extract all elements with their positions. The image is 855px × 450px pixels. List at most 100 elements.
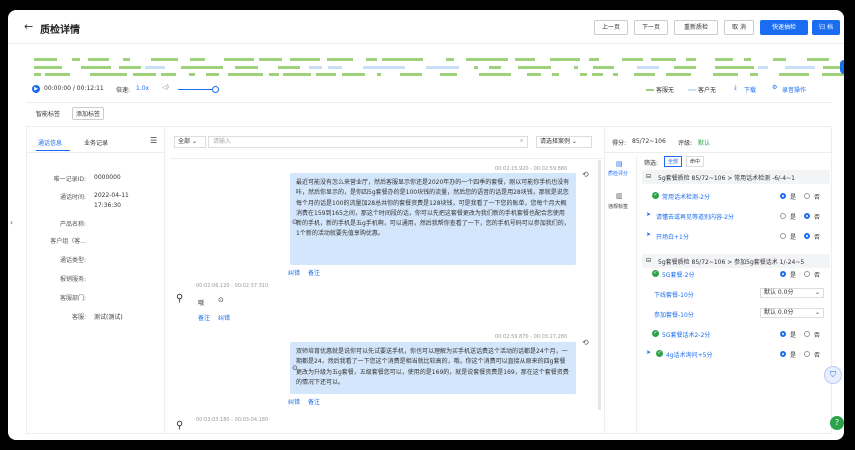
waveform-segment <box>400 73 422 76</box>
message-text: 最近可能没有怎么来营业厅，然后客服显示你还是2020年办的一个四季的套餐，刚以可… <box>296 179 570 238</box>
note-link[interactable]: 备注 <box>198 313 210 322</box>
score-item-label: 4g话术询问+5分 <box>666 352 713 359</box>
score-item-label: 5G套餐话术2-2分 <box>662 332 711 339</box>
tab-call-info[interactable]: 通话信息 <box>38 138 62 147</box>
list-icon[interactable]: ☰ <box>150 136 157 145</box>
speed-select[interactable]: 1.0x <box>136 85 149 92</box>
waveform-segment <box>224 58 254 61</box>
case-select[interactable]: 请选择案例 ⌄ <box>536 136 592 148</box>
back-arrow-icon[interactable]: ← <box>24 20 33 33</box>
reply-icon[interactable]: ⟲ <box>582 170 589 179</box>
cancel-button[interactable]: 取 消 <box>724 20 754 35</box>
message-time: 00:03:03.180 - 00:03:04.180 <box>196 417 269 423</box>
score-select[interactable]: 默认 0.0分 ⌄ <box>760 308 824 318</box>
download-link[interactable]: 下载 <box>744 85 756 94</box>
info-key: 通话类型: <box>59 257 86 264</box>
score-item-label: 常用话术检测-2分 <box>662 194 710 201</box>
waveform-segment <box>750 73 758 76</box>
radio-no[interactable] <box>804 213 810 219</box>
play-icon[interactable]: ▶ <box>32 85 40 93</box>
waveform-segment <box>589 58 599 61</box>
score-select-value: 默认 0.0分 <box>764 289 794 296</box>
waveform-segment <box>283 73 311 76</box>
waveform-segment <box>151 58 178 61</box>
play-segment-icon[interactable]: ⊙ <box>292 364 298 372</box>
waveform-segment <box>342 73 365 76</box>
add-tag-button[interactable]: 添加标签 <box>72 107 105 120</box>
radio-no[interactable] <box>804 331 810 337</box>
filter-hit[interactable]: 命中 <box>686 156 705 167</box>
tab-violation-tags[interactable]: 违规标签 <box>608 203 628 210</box>
quick-sample-button[interactable]: 快速抽检 <box>760 20 808 35</box>
waveform-segment <box>613 73 618 76</box>
play-segment-icon[interactable]: ⊙ <box>218 296 224 304</box>
audio-waveform[interactable] <box>30 56 844 78</box>
waveform-segment <box>259 58 282 61</box>
side-collapse-handle[interactable] <box>840 60 844 74</box>
note-link[interactable]: 备注 <box>308 268 320 277</box>
prev-page-button[interactable]: 上一页 <box>594 20 628 35</box>
customer-legend: 客户无 <box>698 87 717 94</box>
group-collapse-icon[interactable]: ⊟ <box>646 173 651 180</box>
waveform-segment <box>235 66 258 69</box>
check-circle-icon: ✓ <box>656 350 663 357</box>
correct-link[interactable]: 纠错 <box>288 268 300 277</box>
score-item-label: 开场白+1分 <box>656 234 689 241</box>
violation-tab-icon[interactable]: ▥ <box>616 192 623 200</box>
waveform-segment <box>190 58 205 61</box>
filter-all[interactable]: 全部 <box>664 156 683 167</box>
correct-link[interactable]: 纠错 <box>218 313 230 322</box>
archive-button[interactable]: 归 档 <box>812 20 840 35</box>
radio-no[interactable] <box>804 271 810 277</box>
play-segment-icon[interactable]: ⊙ <box>292 218 298 226</box>
check-circle-icon: ✓ <box>652 330 659 337</box>
app-window: ← 质检详情 上一页 下一页 重新质检 取 消 快速抽检 归 档 ▶ 00:00… <box>8 10 844 440</box>
chevron-left-icon[interactable]: ‹ <box>10 218 13 227</box>
search-icon[interactable]: ⌕ <box>520 137 523 145</box>
group-collapse-icon[interactable]: ⊟ <box>646 257 651 264</box>
score-tab-icon[interactable]: ▤ <box>616 160 623 168</box>
info-key: 通话时间: <box>59 194 86 201</box>
help-icon[interactable]: ? <box>830 416 844 430</box>
send-icon[interactable]: ➤ <box>646 211 651 218</box>
download-icon[interactable]: ⤓ <box>734 84 737 92</box>
search-input[interactable]: 请输入 <box>208 136 528 148</box>
score-select-value: 默认 0.0分 <box>764 309 794 316</box>
scope-select[interactable]: 全部 ⌄ <box>174 136 206 148</box>
filter-label: 筛选: <box>644 160 659 167</box>
waveform-segment <box>90 73 127 76</box>
radio-no[interactable] <box>804 193 810 199</box>
radio-no[interactable] <box>804 351 810 357</box>
radio-no[interactable] <box>804 233 810 239</box>
tab-quality-score[interactable]: 质检评分 <box>608 170 628 177</box>
message-time: 00:02:15.920 - 00:02:59.880 <box>495 166 568 172</box>
volume-slider-handle[interactable] <box>212 86 219 93</box>
info-key: 客户组（客... <box>50 238 86 245</box>
info-key: 产品名称: <box>59 221 86 228</box>
reply-icon[interactable]: ⟲ <box>582 338 589 347</box>
radio-yes[interactable] <box>780 233 786 239</box>
waveform-segment <box>651 58 676 61</box>
score-label: 得分: <box>612 140 627 147</box>
gear-icon[interactable]: ⚙ <box>772 84 777 91</box>
volume-slider[interactable] <box>178 89 214 90</box>
radio-yes[interactable] <box>780 271 786 277</box>
next-page-button[interactable]: 下一页 <box>634 20 668 35</box>
note-link[interactable]: 备注 <box>308 397 320 406</box>
send-icon[interactable]: ➤ <box>646 231 651 238</box>
info-value: 17:36:30 <box>94 202 121 209</box>
send-icon[interactable]: ➤ <box>646 349 651 356</box>
radio-yes[interactable] <box>780 193 786 199</box>
score-select[interactable]: 默认 0.0分 ⌄ <box>760 288 824 298</box>
shield-icon[interactable]: ⛉ <box>824 366 842 384</box>
waveform-segment <box>622 58 643 61</box>
grade-label: 评级: <box>678 140 693 147</box>
recording-ops-link[interactable]: 录音操作 <box>782 85 806 94</box>
volume-icon[interactable]: ◁) <box>162 84 169 91</box>
radio-yes[interactable] <box>780 331 786 337</box>
radio-yes[interactable] <box>780 351 786 357</box>
radio-yes[interactable] <box>780 213 786 219</box>
tab-business-records[interactable]: 业务记录 <box>84 138 108 147</box>
recheck-button[interactable]: 重新质检 <box>674 20 718 35</box>
correct-link[interactable]: 纠错 <box>288 397 300 406</box>
